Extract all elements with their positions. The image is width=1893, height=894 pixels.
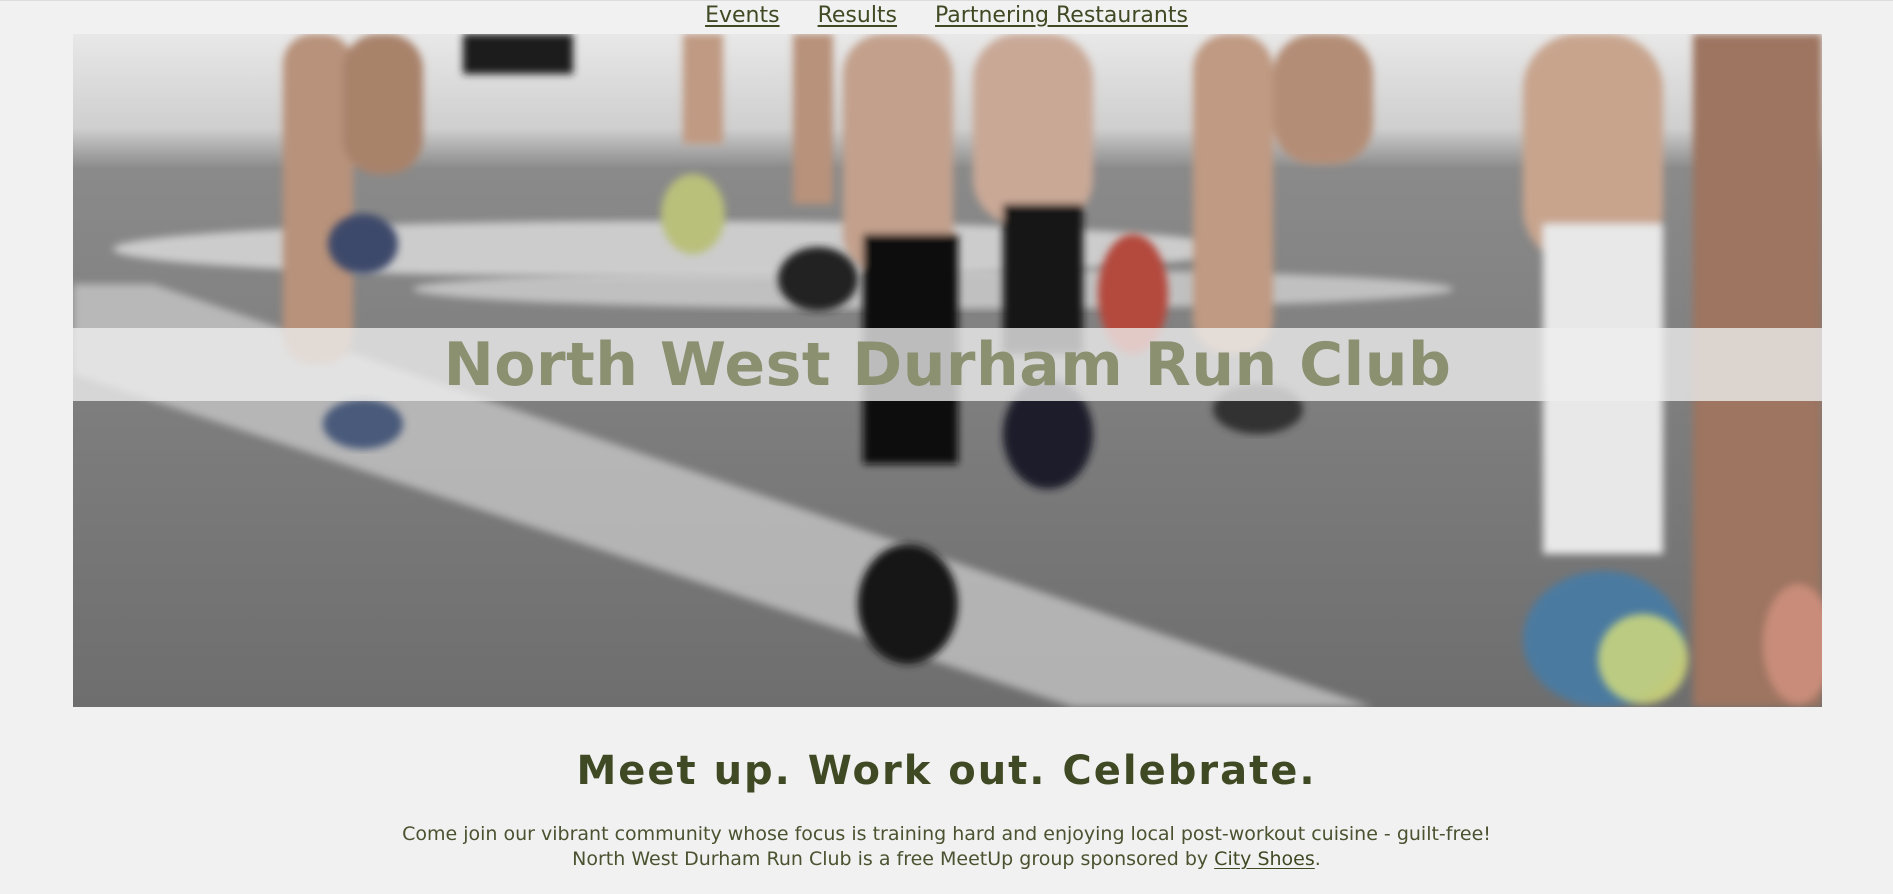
intro-line-2: North West Durham Run Club is a free Mee… [0,847,1893,872]
top-nav: Events Results Partnering Restaurants [0,0,1893,34]
intro-text: Come join our vibrant community whose fo… [0,822,1893,872]
hero-title-band: North West Durham Run Club [73,328,1822,401]
nav-link-events[interactable]: Events [705,3,780,28]
tagline: Meet up. Work out. Celebrate. [576,748,1317,794]
intro-line-2-prefix: North West Durham Run Club is a free Mee… [572,848,1215,870]
sponsor-link-city-shoes[interactable]: City Shoes [1214,848,1315,870]
hero-title: North West Durham Run Club [443,329,1452,400]
hero-banner: North West Durham Run Club [73,34,1822,707]
intro-line-1: Come join our vibrant community whose fo… [402,823,1491,845]
intro-line-2-suffix: . [1314,848,1321,870]
nav-link-results[interactable]: Results [818,3,897,28]
nav-link-partnering-restaurants[interactable]: Partnering Restaurants [935,3,1188,28]
